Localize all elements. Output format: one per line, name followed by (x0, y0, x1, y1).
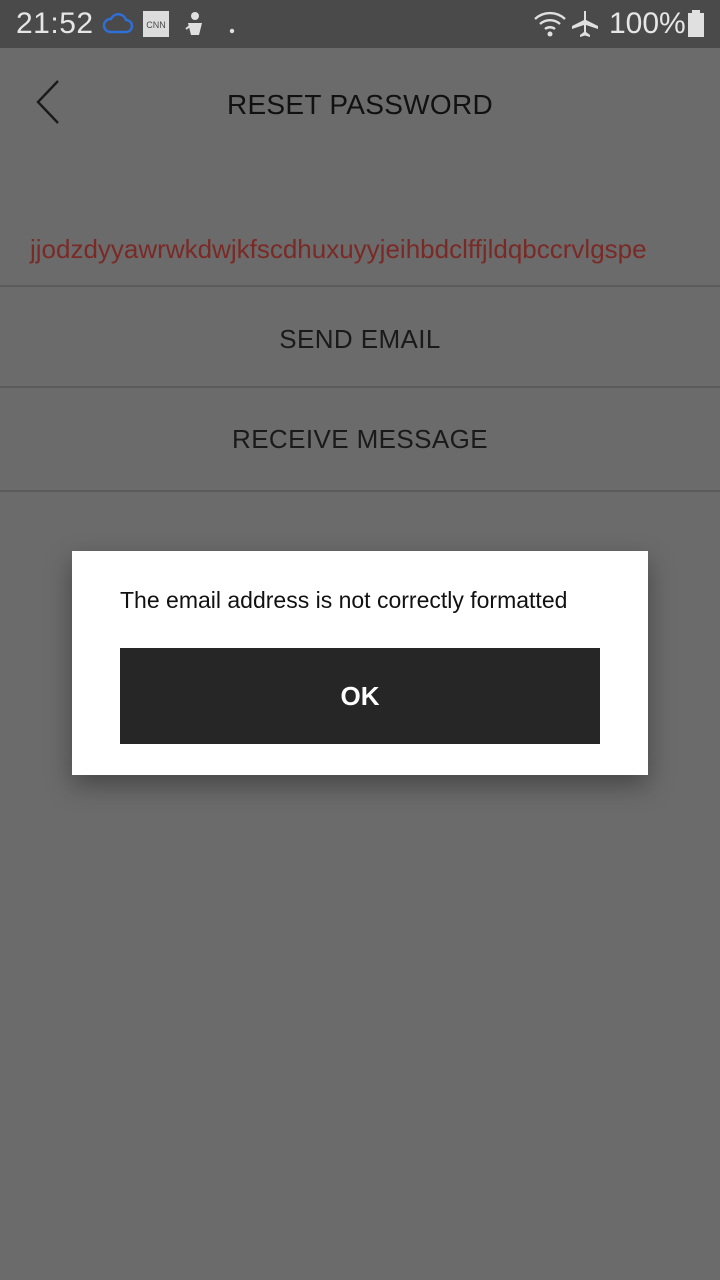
status-bar: 21:52 CNN 100% (0, 0, 720, 48)
battery-percentage: 100% (609, 7, 686, 40)
dot-icon (229, 21, 235, 39)
status-time: 21:52 (16, 7, 94, 40)
divider (0, 490, 720, 492)
wifi-icon (533, 10, 567, 43)
receive-message-button[interactable]: RECEIVE MESSAGE (0, 390, 720, 488)
send-email-button[interactable]: SEND EMAIL (0, 290, 720, 388)
cnn-icon: CNN (143, 11, 169, 42)
divider (0, 285, 720, 287)
header: RESET PASSWORD (0, 48, 720, 162)
airplane-icon (569, 10, 599, 43)
dialog-message: The email address is not correctly forma… (120, 587, 568, 613)
divider (0, 386, 720, 388)
email-input-value: jjodzdyyawrwkdwjkfscdhuxuyyjeihbdclffjld… (30, 234, 647, 264)
battery-icon (687, 10, 705, 43)
cloud-icon (102, 12, 134, 41)
page-title: RESET PASSWORD (226, 89, 494, 120)
svg-text:CNN: CNN (146, 20, 166, 30)
ok-button[interactable]: OK (120, 648, 600, 744)
game-icon (182, 11, 208, 42)
email-field[interactable]: jjodzdyyawrwkdwjkfscdhuxuyyjeihbdclffjld… (0, 220, 720, 280)
alert-dialog: The email address is not correctly forma… (72, 551, 648, 775)
